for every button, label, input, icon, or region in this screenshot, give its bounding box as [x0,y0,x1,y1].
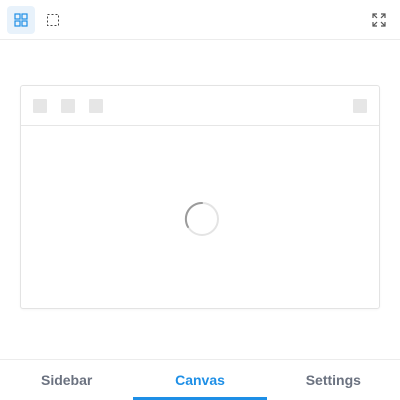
fullscreen-button[interactable] [365,6,393,34]
tab-label: Settings [305,372,361,388]
select-area-icon [46,13,60,27]
tab-canvas[interactable]: Canvas [133,360,267,400]
placeholder-block [89,99,103,113]
grid-view-button[interactable] [7,6,35,34]
bottom-tab-bar: Sidebar Canvas Settings [0,359,400,400]
fullscreen-icon [372,13,386,27]
preview-header [21,86,379,126]
tab-label: Canvas [175,372,225,388]
tab-sidebar[interactable]: Sidebar [0,360,133,400]
tab-label: Sidebar [40,372,93,388]
grid-view-icon [14,13,28,27]
tab-settings[interactable]: Settings [267,360,400,400]
placeholder-block [33,99,47,113]
top-toolbar [0,0,400,40]
placeholder-block [353,99,367,113]
loading-spinner-icon [184,201,220,237]
canvas-area [0,40,400,359]
app-root: Sidebar Canvas Settings [0,0,400,400]
preview-window [20,85,380,309]
select-area-button[interactable] [39,6,67,34]
placeholder-block [61,99,75,113]
